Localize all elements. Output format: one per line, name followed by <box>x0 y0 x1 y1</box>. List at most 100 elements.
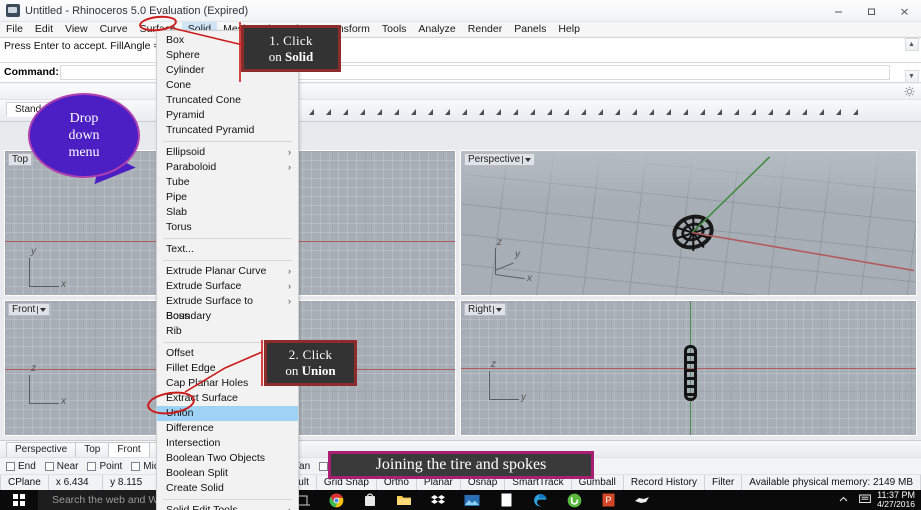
toolbar-icon[interactable] <box>354 104 371 119</box>
toolbar-icon[interactable] <box>320 104 337 119</box>
menu-option-boolean-split[interactable]: Boolean Split <box>157 466 298 481</box>
toolbar-icon[interactable] <box>558 104 575 119</box>
menu-option-create-solid[interactable]: Create Solid <box>157 481 298 496</box>
toolbar-icon[interactable] <box>762 104 779 119</box>
maximize-button[interactable] <box>855 0 888 22</box>
toolbar-icon[interactable] <box>524 104 541 119</box>
action-center-icon[interactable] <box>853 494 877 507</box>
menu-item-panels[interactable]: Panels <box>508 22 552 37</box>
toolbar-icon[interactable] <box>507 104 524 119</box>
toolbar-icon[interactable] <box>490 104 507 119</box>
checkbox-icon[interactable] <box>44 461 54 471</box>
menu-option-slab[interactable]: Slab <box>157 205 298 220</box>
viewport-perspective[interactable]: Perspective z y x <box>460 150 917 296</box>
minimize-button[interactable] <box>822 0 855 22</box>
menu-item-tools[interactable]: Tools <box>376 22 413 37</box>
toolbar-icon[interactable] <box>456 104 473 119</box>
view-tab-perspective[interactable]: Perspective <box>6 442 77 457</box>
menu-option-boss[interactable]: Boss <box>157 309 298 324</box>
scroll-down-button[interactable]: ▼ <box>904 70 919 83</box>
menu-option-intersection[interactable]: Intersection <box>157 436 298 451</box>
menu-option-text[interactable]: Text... <box>157 242 298 257</box>
status-filter[interactable]: Filter <box>705 474 743 491</box>
close-button[interactable] <box>888 0 921 22</box>
toolbar-icon[interactable] <box>575 104 592 119</box>
toolbar-icon[interactable] <box>660 104 677 119</box>
viewport-label-top[interactable]: Top <box>8 153 33 166</box>
file-explorer-icon[interactable] <box>387 490 421 510</box>
taskbar-clock[interactable]: 11:37 PM 4/27/2016 <box>877 490 921 510</box>
viewport-label-front[interactable]: Front <box>8 303 51 316</box>
toolbar-icon[interactable] <box>796 104 813 119</box>
toolbar-icon[interactable] <box>541 104 558 119</box>
powerpoint-icon[interactable]: P <box>591 490 625 510</box>
status-cplane[interactable]: CPlane <box>0 474 49 491</box>
menu-item-render[interactable]: Render <box>462 22 508 37</box>
toolbar-icon[interactable] <box>337 104 354 119</box>
menu-option-pipe[interactable]: Pipe <box>157 190 298 205</box>
toolbar-icon[interactable] <box>439 104 456 119</box>
checkbox-icon[interactable] <box>319 461 329 471</box>
toolbar-icon[interactable] <box>677 104 694 119</box>
osnap-option-end[interactable]: End <box>6 461 36 472</box>
start-button[interactable] <box>0 490 38 510</box>
menu-option-truncated-cone[interactable]: Truncated Cone <box>157 93 298 108</box>
edge-icon[interactable] <box>523 490 557 510</box>
toolbar-icon[interactable] <box>779 104 796 119</box>
menu-option-truncated-pyramid[interactable]: Truncated Pyramid <box>157 123 298 138</box>
menu-option-difference[interactable]: Difference <box>157 421 298 436</box>
toolbar-icon[interactable] <box>626 104 643 119</box>
toolbar-icon[interactable] <box>830 104 847 119</box>
checkbox-icon[interactable] <box>87 461 97 471</box>
menu-option-rib[interactable]: Rib <box>157 324 298 339</box>
menu-option-extrude-surface-to-boundary[interactable]: Extrude Surface to Boundary › <box>157 294 298 322</box>
tray-expand-icon[interactable] <box>834 495 853 505</box>
toolbar-icon[interactable] <box>643 104 660 119</box>
scroll-up-button[interactable]: ▲ <box>904 38 919 51</box>
dropbox-icon[interactable] <box>421 490 455 510</box>
rhino-icon[interactable] <box>625 490 659 510</box>
photos-icon[interactable] <box>455 490 489 510</box>
toolbar-icon[interactable] <box>371 104 388 119</box>
menu-option-extrude-planar-curve[interactable]: Extrude Planar Curve › <box>157 264 298 279</box>
toolbar-icon[interactable] <box>303 104 320 119</box>
tire-wheel-object-perspective[interactable] <box>667 209 719 255</box>
osnap-option-point[interactable]: Point <box>87 461 122 472</box>
viewport-label-perspective[interactable]: Perspective <box>464 153 536 166</box>
osnap-option-near[interactable]: Near <box>44 461 78 472</box>
menu-item-edit[interactable]: Edit <box>29 22 59 37</box>
menu-option-ellipsoid[interactable]: Ellipsoid › <box>157 145 298 160</box>
toolbar-icon[interactable] <box>592 104 609 119</box>
menu-item-curve[interactable]: Curve <box>94 22 134 37</box>
menu-option-paraboloid[interactable]: Paraboloid › <box>157 160 298 175</box>
toolbar-icon[interactable] <box>609 104 626 119</box>
view-tab-front[interactable]: Front <box>108 442 150 457</box>
toolbar-icon[interactable] <box>422 104 439 119</box>
menu-option-torus[interactable]: Torus <box>157 220 298 235</box>
menu-option-pyramid[interactable]: Pyramid <box>157 108 298 123</box>
menu-option-solid-edit-tools[interactable]: Solid Edit Tools › <box>157 503 298 510</box>
gear-icon[interactable] <box>904 86 915 97</box>
toolbar-icon[interactable] <box>847 104 864 119</box>
menu-item-help[interactable]: Help <box>552 22 586 37</box>
toolbar-icon[interactable] <box>405 104 422 119</box>
chrome-icon[interactable] <box>319 490 353 510</box>
view-tab-top[interactable]: Top <box>75 442 110 457</box>
status-record-history[interactable]: Record History <box>624 474 705 491</box>
menu-item-view[interactable]: View <box>59 22 94 37</box>
toolbar-icon[interactable] <box>745 104 762 119</box>
menu-option-cone[interactable]: Cone <box>157 78 298 93</box>
menu-option-boolean-two-objects[interactable]: Boolean Two Objects <box>157 451 298 466</box>
checkbox-icon[interactable] <box>6 461 15 471</box>
chevron-down-icon[interactable] <box>40 307 47 312</box>
chevron-down-icon[interactable] <box>496 307 503 312</box>
menu-item-analyze[interactable]: Analyze <box>412 22 461 37</box>
toolbar-icon[interactable] <box>388 104 405 119</box>
checkbox-icon[interactable] <box>131 461 141 471</box>
toolbar-icon[interactable] <box>473 104 490 119</box>
toolbar-icon[interactable] <box>711 104 728 119</box>
utorrent-icon[interactable] <box>557 490 591 510</box>
toolbar-icon[interactable] <box>694 104 711 119</box>
chevron-down-icon[interactable] <box>525 157 532 162</box>
viewport-label-right[interactable]: Right <box>464 303 507 316</box>
